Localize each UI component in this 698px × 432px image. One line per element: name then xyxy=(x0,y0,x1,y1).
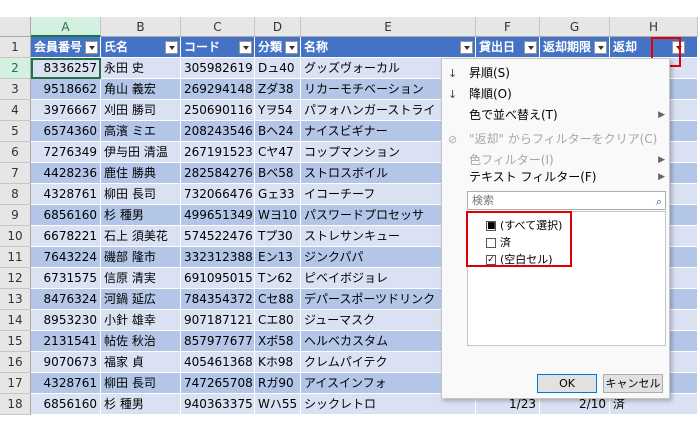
menu-label: 降順(O) xyxy=(469,87,512,101)
sort-descending-icon: ↓ xyxy=(448,88,458,101)
menu-label: 昇順(S) xyxy=(469,66,510,80)
menu-label: 色で並べ替え(T) xyxy=(469,108,558,122)
filter-search-input[interactable]: 検索 ⌕ xyxy=(467,191,666,210)
submenu-arrow-icon: ▶ xyxy=(658,172,665,182)
filter-dropdown-menu: ↓ 昇順(S) ↓ 降順(O) 色で並べ替え(T) ▶ ⊘ "返却" からフィルターをク… xyxy=(441,58,670,399)
menu-sort-descending[interactable]: ↓ 降順(O) xyxy=(442,84,671,105)
clear-filter-icon: ⊘ xyxy=(448,133,458,146)
search-placeholder: 検索 xyxy=(472,194,494,207)
ok-button[interactable]: OK xyxy=(537,374,597,393)
menu-sort-by-color[interactable]: 色で並べ替え(T) ▶ xyxy=(442,105,671,126)
menu-label: テキスト フィルター(F) xyxy=(469,170,597,184)
menu-clear-filter: ⊘ "返却" からフィルターをクリア(C) xyxy=(442,129,671,150)
menu-text-filter[interactable]: テキスト フィルター(F) ▶ xyxy=(442,167,671,188)
menu-sort-ascending[interactable]: ↓ 昇順(S) xyxy=(442,63,671,84)
menu-label: "返却" からフィルターをクリア(C) xyxy=(469,132,658,146)
search-icon: ⌕ xyxy=(655,195,662,208)
checkbox-list-highlight xyxy=(466,211,572,267)
submenu-arrow-icon: ▶ xyxy=(658,110,665,120)
menu-label: 色フィルター(I) xyxy=(469,153,554,167)
sort-ascending-icon: ↓ xyxy=(448,67,458,80)
cancel-button[interactable]: キャンセル xyxy=(603,374,663,393)
